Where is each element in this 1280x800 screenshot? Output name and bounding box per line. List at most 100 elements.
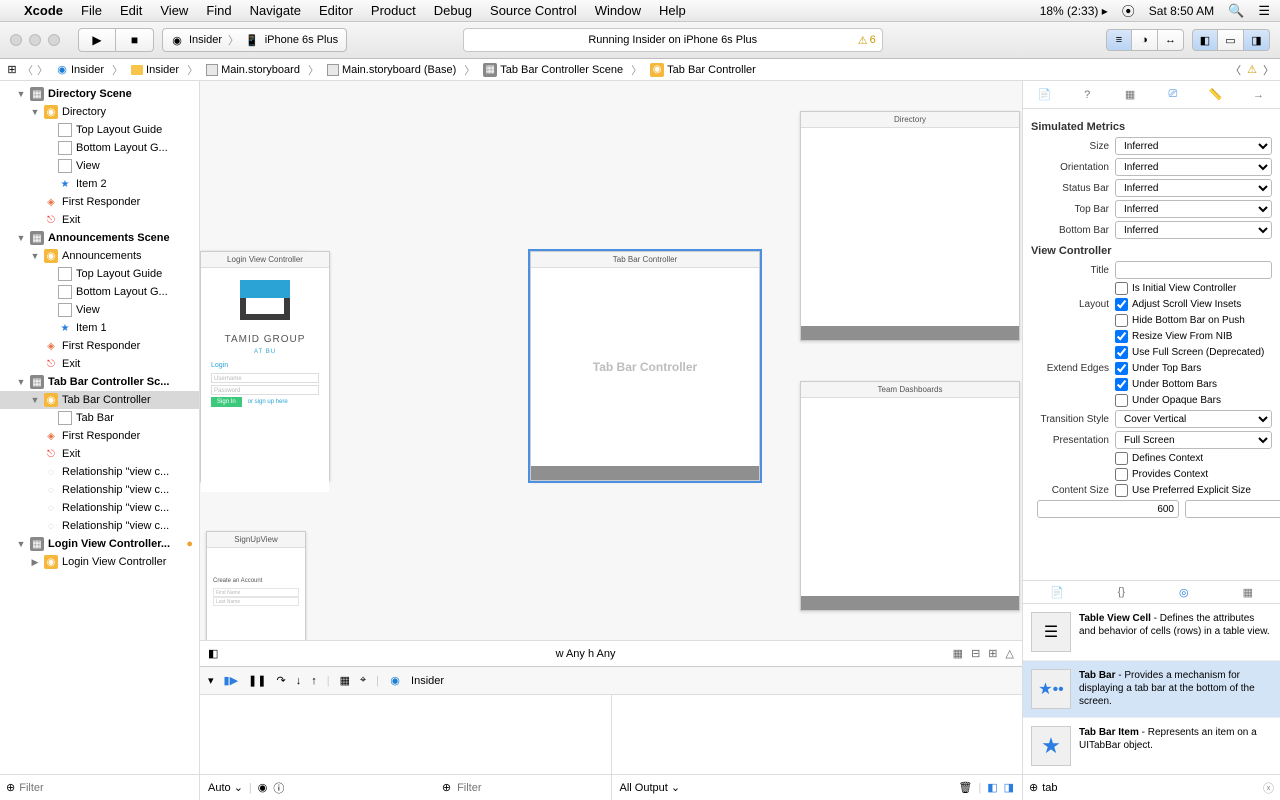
- connections-inspector-tab[interactable]: →: [1249, 89, 1269, 101]
- toggle-navigator-icon[interactable]: ◧: [1192, 29, 1218, 51]
- initial-vc-checkbox[interactable]: [1115, 282, 1128, 295]
- under-top-checkbox[interactable]: [1115, 362, 1128, 375]
- size-select[interactable]: Inferred: [1115, 137, 1272, 155]
- menu-view[interactable]: View: [160, 3, 188, 18]
- stop-button[interactable]: ■: [116, 28, 154, 52]
- adjust-insets-checkbox[interactable]: [1115, 298, 1128, 311]
- panel-toggles[interactable]: ◧ ▭ ◨: [1192, 29, 1270, 51]
- outline-item[interactable]: Exit: [62, 448, 80, 460]
- outline-item[interactable]: Top Layout Guide: [76, 268, 162, 280]
- preferred-size-checkbox[interactable]: [1115, 484, 1128, 497]
- resolve-icon[interactable]: △: [1006, 647, 1014, 660]
- crumb-scene[interactable]: ▦Tab Bar Controller Scene: [479, 63, 627, 77]
- minimize-button[interactable]: [29, 34, 41, 46]
- toggle-utilities-icon[interactable]: ◨: [1244, 29, 1270, 51]
- outline-item[interactable]: Bottom Layout G...: [76, 286, 168, 298]
- defines-context-checkbox[interactable]: [1115, 452, 1128, 465]
- scene-header[interactable]: Tab Bar Controller Sc...: [48, 376, 169, 388]
- title-input[interactable]: [1115, 261, 1272, 279]
- forward-button[interactable]: 〉: [37, 62, 48, 78]
- menu-navigate[interactable]: Navigate: [250, 3, 301, 18]
- outline-item-selected[interactable]: Tab Bar Controller: [62, 394, 151, 406]
- outline-item[interactable]: View: [76, 160, 100, 172]
- crumb-base[interactable]: Main.storyboard (Base): [323, 64, 460, 76]
- debug-target[interactable]: Insider: [411, 675, 444, 687]
- output-selector[interactable]: All Output ⌄: [620, 781, 681, 794]
- content-height-input[interactable]: [1185, 500, 1280, 518]
- content-width-input[interactable]: [1037, 500, 1179, 518]
- version-editor-icon[interactable]: ↔: [1158, 29, 1184, 51]
- library-filter-input[interactable]: [1042, 782, 1259, 794]
- outline-item[interactable]: Tab Bar: [76, 412, 114, 424]
- bottombar-select[interactable]: Inferred: [1115, 221, 1272, 239]
- editor-mode-selector[interactable]: ≡ ◑ ↔: [1106, 29, 1184, 51]
- menu-product[interactable]: Product: [371, 3, 416, 18]
- continue-icon[interactable]: ▮▶: [224, 674, 239, 687]
- outline-item[interactable]: First Responder: [62, 430, 140, 442]
- outline-item[interactable]: Login View Controller: [62, 556, 166, 568]
- outline-item[interactable]: View: [76, 304, 100, 316]
- crumb-project[interactable]: ◉Insider: [52, 64, 108, 76]
- trash-icon[interactable]: 🗑: [958, 781, 972, 794]
- outline-item[interactable]: Relationship "view c...: [62, 502, 169, 514]
- outline-item[interactable]: Bottom Layout G...: [76, 142, 168, 154]
- location-icon[interactable]: ⌖: [360, 674, 366, 687]
- embed-icon[interactable]: ▦: [953, 647, 963, 660]
- crumb-group[interactable]: Insider: [127, 64, 183, 76]
- identity-inspector-tab[interactable]: ▦: [1120, 88, 1140, 101]
- pause-icon[interactable]: ❚❚: [248, 674, 266, 687]
- debug-hide-icon[interactable]: ▾: [208, 674, 214, 687]
- outline-item[interactable]: Item 2: [76, 178, 107, 190]
- spotlight-icon[interactable]: 🔍: [1228, 3, 1244, 19]
- menu-window[interactable]: Window: [595, 3, 641, 18]
- outline-item[interactable]: Relationship "view c...: [62, 484, 169, 496]
- topbar-select[interactable]: Inferred: [1115, 200, 1272, 218]
- orientation-select[interactable]: Inferred: [1115, 158, 1272, 176]
- outline-item[interactable]: Item 1: [76, 322, 107, 334]
- provides-context-checkbox[interactable]: [1115, 468, 1128, 481]
- outline-item[interactable]: Exit: [62, 358, 80, 370]
- scheme-selector[interactable]: ◉Insider 〉 📱iPhone 6s Plus: [162, 28, 347, 52]
- transition-select[interactable]: Cover Vertical: [1115, 410, 1272, 428]
- fullscreen-checkbox[interactable]: [1115, 346, 1128, 359]
- menu-find[interactable]: Find: [206, 3, 231, 18]
- prev-issue-icon[interactable]: 〈: [1230, 62, 1241, 78]
- wifi-icon[interactable]: ⦿: [1122, 1, 1135, 20]
- menu-app[interactable]: Xcode: [24, 3, 63, 18]
- outline-item[interactable]: First Responder: [62, 340, 140, 352]
- help-inspector-tab[interactable]: ?: [1077, 89, 1097, 101]
- step-out-icon[interactable]: ↑: [311, 675, 317, 687]
- presentation-select[interactable]: Full Screen: [1115, 431, 1272, 449]
- outline-filter-input[interactable]: [19, 782, 193, 794]
- split-left-icon[interactable]: ◧: [987, 781, 997, 794]
- library-item[interactable]: ★ Tab Bar Item - Represents an item on a…: [1023, 718, 1280, 774]
- outline-item[interactable]: Top Layout Guide: [76, 124, 162, 136]
- under-opaque-checkbox[interactable]: [1115, 394, 1128, 407]
- menu-editor[interactable]: Editor: [319, 3, 353, 18]
- size-inspector-tab[interactable]: 📏: [1206, 88, 1226, 101]
- statusbar-select[interactable]: Inferred: [1115, 179, 1272, 197]
- quicklook-icon[interactable]: ◉: [258, 781, 268, 794]
- clear-filter-icon[interactable]: ⓧ: [1263, 780, 1274, 796]
- scene-header[interactable]: Directory Scene: [48, 88, 132, 100]
- menu-file[interactable]: File: [81, 3, 102, 18]
- crumb-controller[interactable]: ◉Tab Bar Controller: [646, 63, 760, 77]
- pin-icon[interactable]: ⊞: [988, 647, 997, 660]
- attributes-inspector-tab[interactable]: ⎚: [1163, 88, 1183, 101]
- toggle-outline-icon[interactable]: ◧: [208, 647, 218, 660]
- menu-extras-icon[interactable]: ☰: [1258, 3, 1270, 19]
- zoom-button[interactable]: [48, 34, 60, 46]
- scene-header[interactable]: Login View Controller...: [48, 538, 170, 550]
- under-bottom-checkbox[interactable]: [1115, 378, 1128, 391]
- code-snippet-lib-tab[interactable]: {}: [1118, 586, 1125, 598]
- file-template-lib-tab[interactable]: 📄: [1050, 586, 1064, 599]
- menu-debug[interactable]: Debug: [434, 3, 472, 18]
- issue-warn-icon[interactable]: ⚠: [1247, 63, 1257, 76]
- back-button[interactable]: 〈: [22, 62, 33, 78]
- standard-editor-icon[interactable]: ≡: [1106, 29, 1132, 51]
- menu-help[interactable]: Help: [659, 3, 686, 18]
- battery-status[interactable]: 18% (2:33) ▸: [1040, 4, 1108, 18]
- align-icon[interactable]: ⊟: [971, 647, 980, 660]
- menu-edit[interactable]: Edit: [120, 3, 142, 18]
- crumb-file[interactable]: Main.storyboard: [202, 64, 304, 76]
